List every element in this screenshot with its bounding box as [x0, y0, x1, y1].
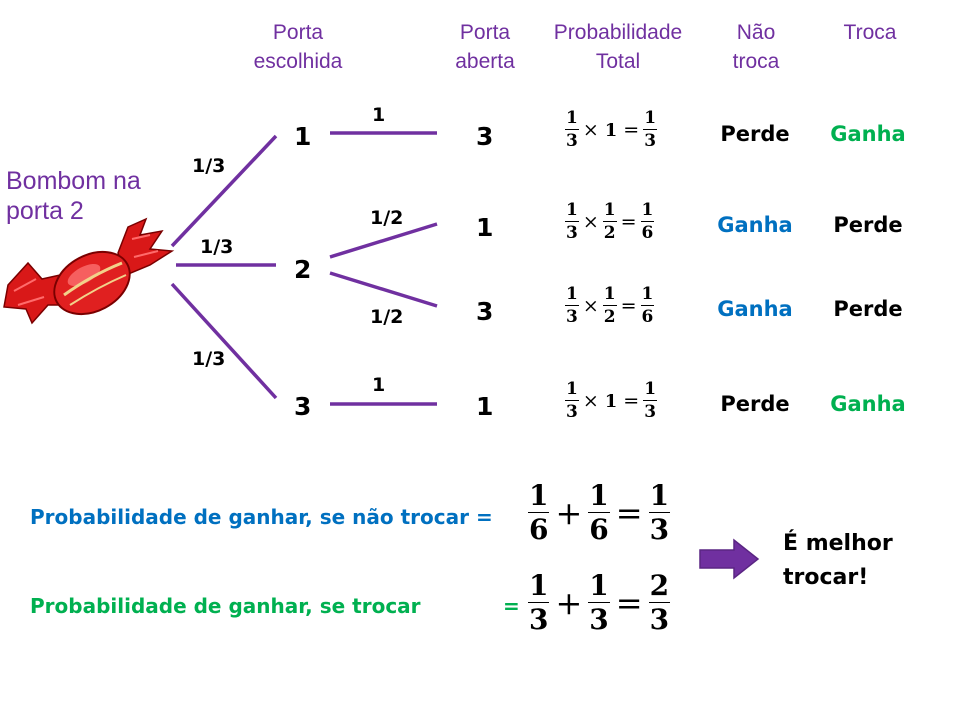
row-4-probability: 13 × 1 = 13	[565, 379, 658, 422]
fraction: 16	[640, 284, 655, 327]
fraction: 13	[565, 108, 579, 151]
fraction: 16	[640, 200, 655, 243]
equals-sign: =	[615, 494, 643, 532]
prob-branch-2-1: 1/2	[370, 207, 404, 229]
summary-no-switch-equation: 16 + 16 = 13	[528, 479, 671, 546]
row-3-switch-result: Perde	[833, 297, 903, 321]
prob-branch-door-2: 1/3	[200, 236, 234, 258]
row-3-probability: 13 × 12 = 16	[565, 284, 655, 327]
fraction: 13	[648, 479, 671, 546]
fraction: 16	[528, 479, 550, 546]
node-chosen-3: 3	[294, 392, 312, 421]
node-chosen-2: 2	[294, 255, 312, 284]
equals-sign: =	[620, 295, 637, 317]
fraction: 13	[565, 284, 579, 327]
row-2-no-switch-result: Ganha	[717, 213, 793, 237]
prob-branch-3-1: 1	[372, 374, 386, 396]
factor: 1	[604, 119, 618, 141]
conclusion: É melhor trocar!	[783, 531, 893, 590]
equals-sign: =	[620, 211, 637, 233]
row-2-switch-result: Perde	[833, 213, 903, 237]
right-arrow-icon	[699, 538, 760, 580]
equals-sign: =	[615, 584, 643, 622]
fraction: 12	[602, 200, 617, 243]
summary-switch-equation: 13 + 13 = 23	[528, 569, 671, 636]
node-opened-3b: 3	[476, 297, 494, 326]
node-opened-1b: 1	[476, 392, 494, 421]
fraction: 13	[528, 569, 550, 636]
prob-branch-door-3: 1/3	[192, 348, 226, 370]
fraction: 13	[565, 200, 579, 243]
fraction: 13	[643, 108, 658, 151]
row-4-switch-result: Ganha	[830, 392, 906, 416]
factor: 1	[604, 390, 618, 412]
row-2-probability: 13 × 12 = 16	[565, 200, 655, 243]
summary-switch-text: Probabilidade de ganhar, se trocar	[30, 594, 421, 618]
plus-sign: +	[555, 494, 583, 532]
prob-branch-2-3: 1/2	[370, 306, 404, 328]
fraction: 23	[648, 569, 671, 636]
node-opened-3a: 3	[476, 122, 494, 151]
row-4-no-switch-result: Perde	[720, 392, 790, 416]
fraction: 13	[565, 379, 579, 422]
fraction: 13	[588, 569, 610, 636]
node-opened-1a: 1	[476, 213, 494, 242]
row-1-switch-result: Ganha	[830, 122, 906, 146]
summary-no-switch-text: Probabilidade de ganhar, se não trocar =	[30, 505, 493, 529]
equals-sign: =	[623, 390, 640, 412]
summary-switch-equals-prefix: =	[503, 594, 520, 618]
node-chosen-1: 1	[294, 122, 312, 151]
branch-to-door-1	[170, 134, 278, 248]
fraction: 13	[643, 379, 658, 422]
prob-branch-door-1: 1/3	[192, 155, 226, 177]
times-sign: ×	[582, 390, 599, 412]
row-3-no-switch-result: Ganha	[717, 297, 793, 321]
times-sign: ×	[582, 119, 599, 141]
plus-sign: +	[555, 584, 583, 622]
fraction: 16	[588, 479, 610, 546]
row-1-probability: 13 × 1 = 13	[565, 108, 658, 151]
equals-sign: =	[623, 119, 640, 141]
row-1-no-switch-result: Perde	[720, 122, 790, 146]
times-sign: ×	[582, 211, 599, 233]
times-sign: ×	[582, 295, 599, 317]
prob-branch-1-3: 1	[372, 104, 386, 126]
fraction: 12	[602, 284, 617, 327]
branch-2-to-3	[329, 271, 438, 308]
branch-to-door-3	[170, 282, 278, 400]
